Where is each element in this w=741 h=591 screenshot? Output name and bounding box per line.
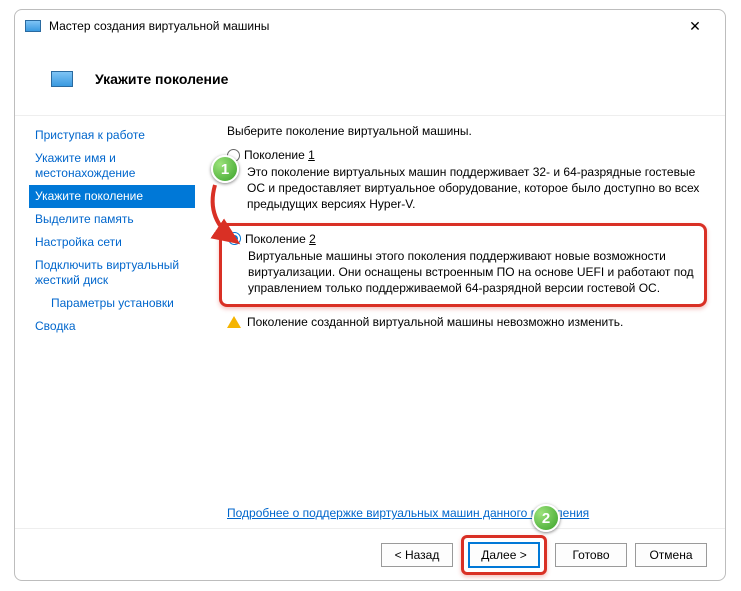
wizard-window: Мастер создания виртуальной машины ✕ Ука… (14, 9, 726, 581)
annotation-marker-1: 1 (211, 155, 239, 183)
option-gen1[interactable]: Поколение 1 Это поколение виртуальных ма… (227, 148, 707, 213)
sidebar-item-install[interactable]: Параметры установки (29, 292, 195, 315)
sidebar-item-intro[interactable]: Приступая к работе (29, 124, 195, 147)
annotation-marker-2: 2 (532, 504, 560, 532)
back-button[interactable]: < Назад (381, 543, 453, 567)
warning-text: Поколение созданной виртуальной машины н… (247, 315, 623, 329)
next-button[interactable]: Далее > (468, 542, 540, 568)
cancel-button[interactable]: Отмена (635, 543, 707, 567)
sidebar-item-summary[interactable]: Сводка (29, 315, 195, 338)
label-gen2: Поколение 2 (245, 232, 316, 246)
app-icon (25, 20, 41, 32)
prompt-text: Выберите поколение виртуальной машины. (227, 124, 707, 138)
close-button[interactable]: ✕ (673, 12, 717, 40)
titlebar: Мастер создания виртуальной машины ✕ (15, 10, 725, 42)
warning-row: Поколение созданной виртуальной машины н… (227, 315, 707, 329)
radio-gen2[interactable] (228, 232, 241, 245)
option-gen2[interactable]: Поколение 2 Виртуальные машины этого пок… (228, 232, 696, 297)
window-title: Мастер создания виртуальной машины (49, 19, 269, 33)
wizard-sidebar: Приступая к работе Укажите имя и местона… (15, 116, 195, 528)
highlight-next: Далее > (461, 535, 547, 575)
finish-button[interactable]: Готово (555, 543, 627, 567)
desc-gen1: Это поколение виртуальных машин поддержи… (247, 164, 707, 213)
label-gen1: Поколение 1 (244, 148, 315, 162)
sidebar-item-generation[interactable]: Укажите поколение (29, 185, 195, 208)
desc-gen2: Виртуальные машины этого поколения подде… (248, 248, 696, 297)
warning-icon (227, 316, 241, 328)
wizard-header: Укажите поколение (15, 42, 725, 116)
sidebar-item-vhd[interactable]: Подключить виртуальный жесткий диск (29, 254, 195, 292)
highlight-gen2: Поколение 2 Виртуальные машины этого пок… (219, 223, 707, 308)
wizard-footer: < Назад Далее > Готово Отмена (15, 528, 725, 580)
sidebar-item-memory[interactable]: Выделите память (29, 208, 195, 231)
page-title: Укажите поколение (95, 71, 228, 87)
sidebar-item-name[interactable]: Укажите имя и местонахождение (29, 147, 195, 185)
sidebar-item-network[interactable]: Настройка сети (29, 231, 195, 254)
wizard-content: Выберите поколение виртуальной машины. П… (195, 116, 725, 528)
header-icon (51, 71, 73, 87)
